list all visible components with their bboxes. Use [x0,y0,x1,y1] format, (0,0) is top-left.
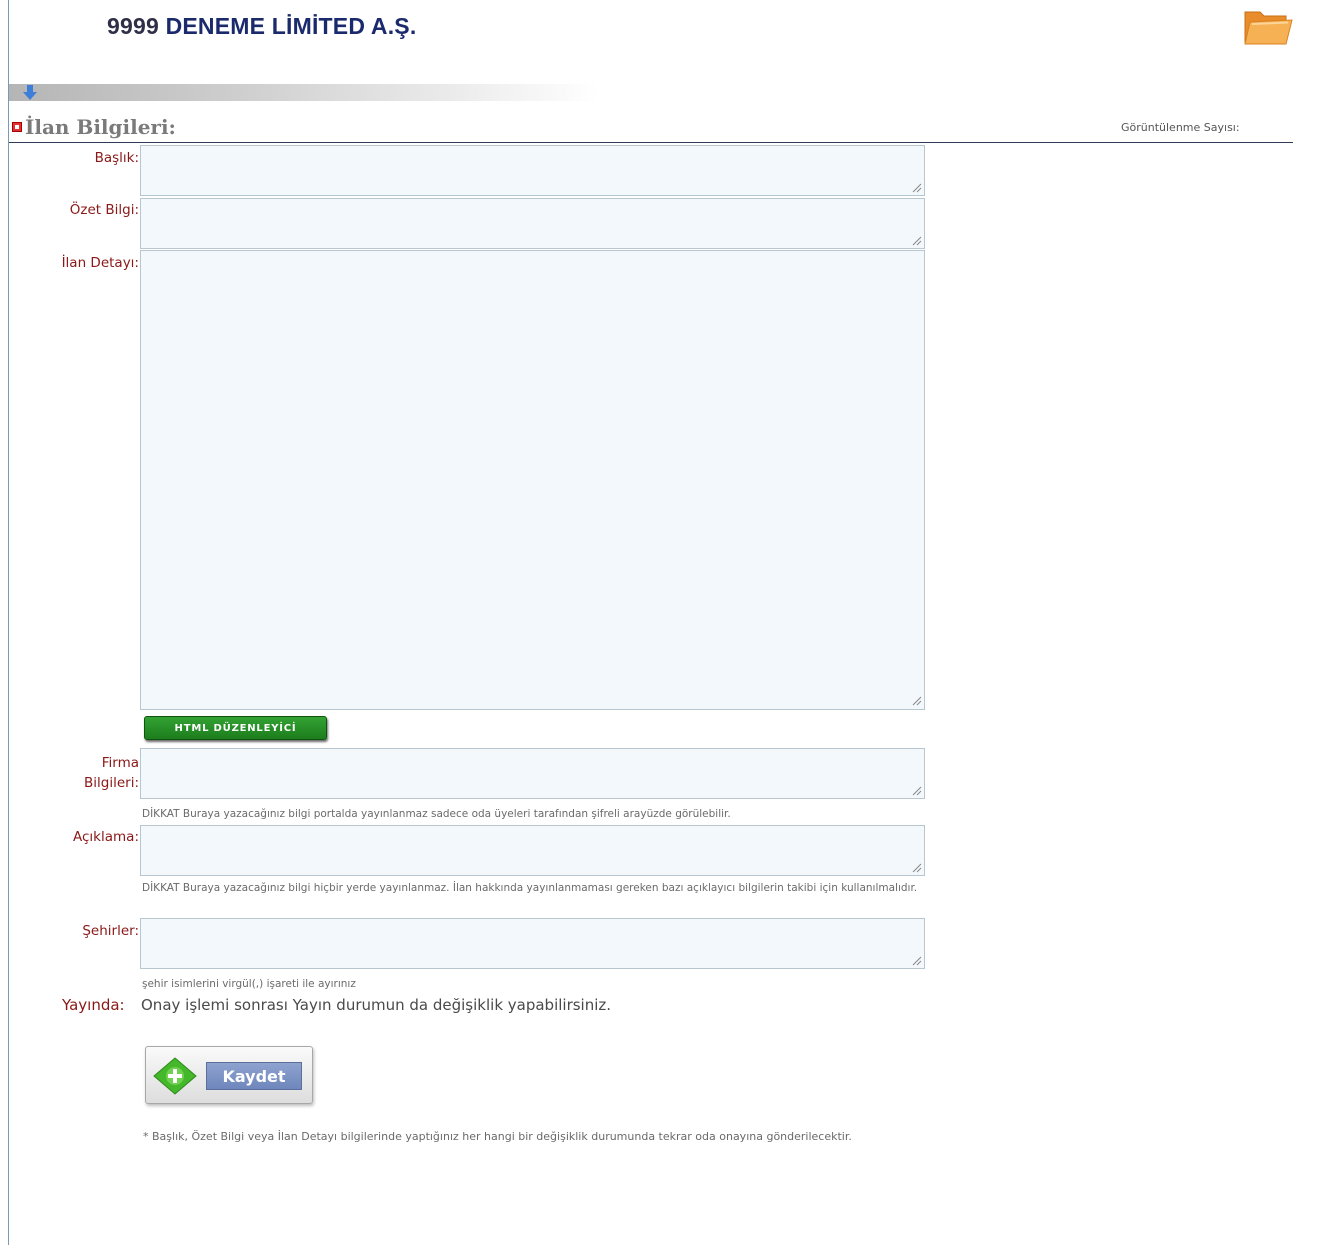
sehirler-field[interactable] [140,918,925,969]
baslik-field[interactable] [140,145,925,196]
firma-label-line2: Bilgileri: [84,775,139,791]
ilan-detayi-field[interactable] [140,250,925,710]
header-band [9,84,599,101]
company-number: 9999 [107,13,159,39]
ozet-bilgi-label: Özet Bilgi: [69,202,139,218]
firma-label-line1: Firma [101,755,139,771]
add-icon [153,1057,197,1095]
firma-bilgileri-field[interactable] [140,748,925,799]
firma-hint: DİKKAT Buraya yazacağınız bilgi portalda… [142,808,731,820]
aciklama-field[interactable] [140,825,925,876]
ozet-bilgi-field[interactable] [140,198,925,249]
company-title: 9999 DENEME LİMİTED A.Ş. [107,13,416,40]
sehirler-hint: şehir isimlerini virgül(,) işareti ile a… [142,978,356,990]
save-button-label: Kaydet [206,1062,302,1090]
aciklama-label: Açıklama: [73,829,139,845]
sehirler-label: Şehirler: [82,923,139,939]
section-title: İlan Bilgileri: [12,115,176,139]
ilan-detayi-label: İlan Detayı: [61,255,139,271]
html-editor-button[interactable]: HTML DÜZENLEYİCİ [144,716,327,740]
company-name: DENEME LİMİTED A.Ş. [165,13,417,39]
section-title-text: İlan Bilgileri: [25,115,176,139]
yayinda-text: Onay işlemi sonrası Yayın durumun da değ… [141,996,612,1014]
arrow-down-icon [22,85,38,105]
baslik-label: Başlık: [94,150,139,166]
section-divider [9,142,1293,143]
red-bullet-icon [12,122,22,132]
aciklama-hint: DİKKAT Buraya yazacağınız bilgi hiçbir y… [142,882,918,894]
save-button[interactable]: Kaydet [145,1046,313,1104]
folder-icon[interactable] [1242,4,1294,52]
view-count-label: Görüntülenme Sayısı: [1121,121,1240,134]
yayinda-label: Yayında: [62,996,125,1014]
left-border [8,0,9,1245]
firma-bilgileri-label: Firma Bilgileri: [84,753,139,793]
footnote: * Başlık, Özet Bilgi veya İlan Detayı bi… [143,1130,852,1143]
